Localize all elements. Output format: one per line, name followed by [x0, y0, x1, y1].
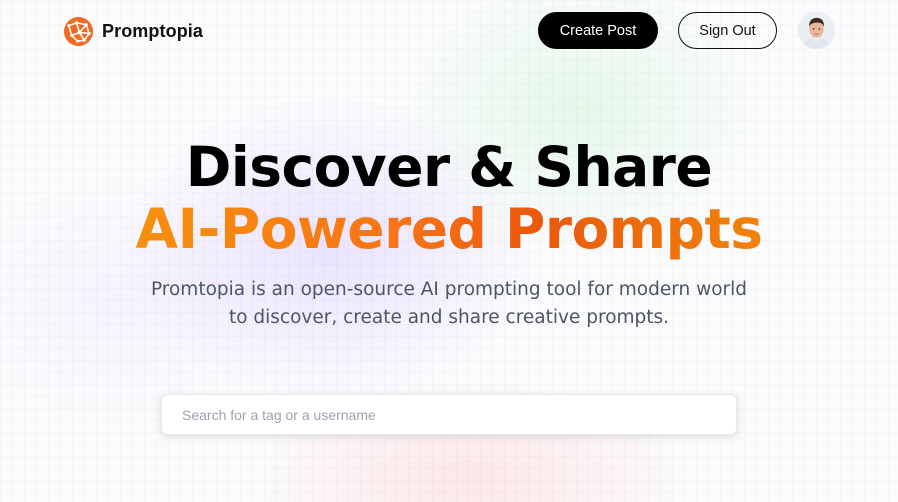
navbar: Promptopia Create Post Sign Out — [0, 0, 898, 62]
headline-gradient: AI-Powered Prompts — [0, 196, 898, 262]
sign-out-button[interactable]: Sign Out — [678, 12, 777, 49]
search-form — [161, 394, 737, 435]
brand-name: Promptopia — [102, 20, 204, 41]
brand-link[interactable]: Promptopia — [63, 15, 203, 47]
search-input[interactable] — [161, 394, 737, 435]
headline-primary: Discover & Share — [185, 135, 713, 199]
avatar-image — [798, 12, 835, 49]
user-avatar[interactable] — [798, 12, 835, 49]
create-post-button[interactable]: Create Post — [538, 12, 658, 49]
promptopia-logo-icon — [63, 16, 94, 46]
hero-description: Promtopia is an open-source AI prompting… — [150, 279, 748, 328]
